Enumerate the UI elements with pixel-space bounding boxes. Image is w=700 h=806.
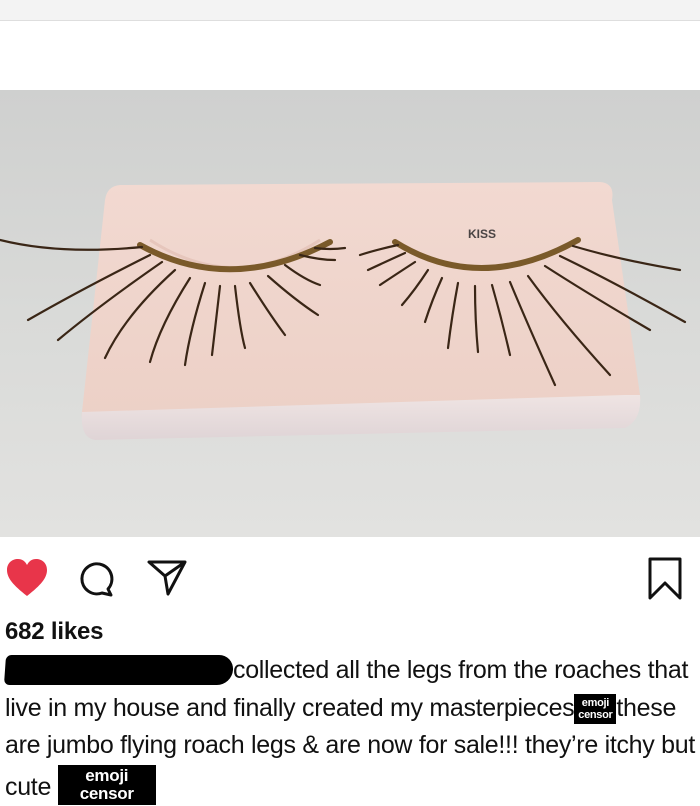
- heart-icon[interactable]: [5, 558, 49, 598]
- top-bar: [0, 0, 700, 21]
- bookmark-icon[interactable]: [647, 557, 683, 601]
- post-actions: [0, 548, 700, 608]
- redacted-username: [3, 655, 235, 685]
- share-icon[interactable]: [146, 558, 188, 598]
- post-caption: collected all the legs from the roaches …: [3, 652, 695, 806]
- likes-count[interactable]: 682 likes: [5, 618, 103, 646]
- emoji-censor-box: emoji censor: [574, 693, 617, 724]
- comment-icon[interactable]: [76, 559, 116, 599]
- post-photo: KISS: [0, 90, 700, 537]
- emoji-censor-box-large: emoji censor: [57, 764, 156, 805]
- tray-brand-text: KISS: [468, 227, 496, 241]
